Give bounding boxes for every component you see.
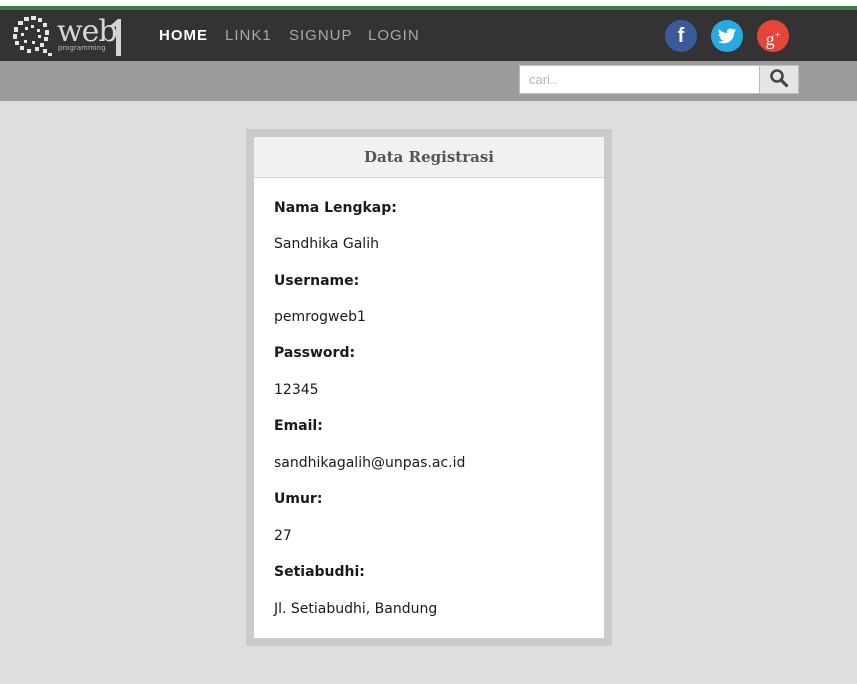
value-password: 12345 xyxy=(274,382,319,398)
logo-digit-one-icon xyxy=(111,19,121,56)
search-icon xyxy=(770,69,789,88)
label-umur: Umur: xyxy=(274,491,323,507)
logo[interactable]: web programming xyxy=(10,13,125,57)
nav-link1[interactable]: LINK1 xyxy=(225,10,272,61)
value-email: sandhikagalih@unpas.ac.id xyxy=(274,455,466,471)
card-title: Data Registrasi xyxy=(254,137,604,178)
twitter-icon[interactable] xyxy=(711,20,743,52)
label-setiabudhi: Setiabudhi: xyxy=(274,564,365,580)
search-input[interactable] xyxy=(519,65,760,94)
facebook-icon[interactable]: f xyxy=(665,20,697,52)
label-password: Password: xyxy=(274,345,356,361)
value-setiabudhi: Jl. Setiabudhi, Bandung xyxy=(274,601,438,617)
label-username: Username: xyxy=(274,273,360,289)
label-nama-lengkap: Nama Lengkap: xyxy=(274,200,397,216)
value-username: pemrogweb1 xyxy=(274,309,366,325)
label-email: Email: xyxy=(274,418,323,434)
navbar: web programming HOME LINK1 SIGNUP LOGIN … xyxy=(0,10,857,61)
google-plus-glyph: g+ xyxy=(765,29,781,49)
twitter-bird-icon xyxy=(717,28,737,44)
search-button[interactable] xyxy=(759,65,799,94)
logo-mark-icon xyxy=(13,16,52,56)
google-plus-icon[interactable]: g+ xyxy=(757,20,789,52)
value-umur: 27 xyxy=(274,528,292,544)
facebook-glyph: f xyxy=(677,25,685,47)
nav-login[interactable]: LOGIN xyxy=(368,10,420,61)
nav-signup[interactable]: SIGNUP xyxy=(289,10,353,61)
search-bar-area xyxy=(0,61,857,101)
nav-home[interactable]: HOME xyxy=(159,10,208,61)
logo-tagline: programming xyxy=(58,44,106,52)
value-nama-lengkap: Sandhika Galih xyxy=(274,236,379,252)
registration-card: Data Registrasi Nama Lengkap: Sandhika G… xyxy=(254,137,604,638)
